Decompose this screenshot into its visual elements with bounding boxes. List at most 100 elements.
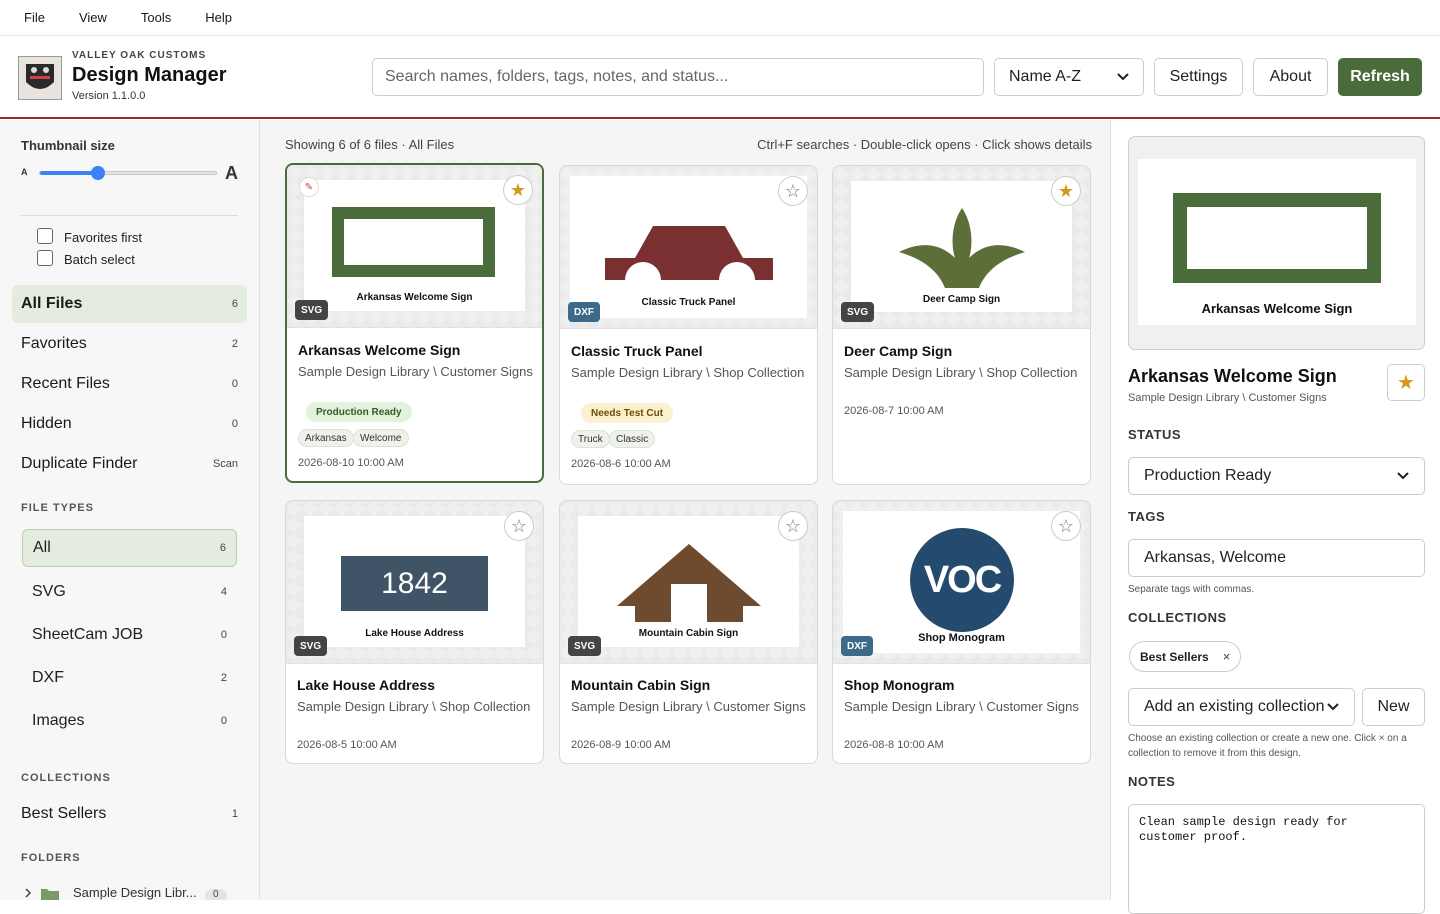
favorites-first-checkbox[interactable]	[37, 228, 53, 244]
tags-input-value: Arkansas, Welcome	[1144, 549, 1286, 566]
truck-panel-graphic	[605, 226, 773, 280]
sort-select-value: Name A-Z	[1009, 68, 1082, 85]
file-card[interactable]: Mountain Cabin Sign SVG ☆ Mountain Cabin…	[559, 500, 818, 764]
filetype-dxf[interactable]: DXF 2	[22, 659, 237, 697]
sign-frame-graphic	[332, 207, 495, 277]
thumbnail-large-icon: A	[225, 163, 238, 183]
status-badge: Needs Test Cut	[581, 403, 674, 423]
menu-tools[interactable]: Tools	[131, 10, 181, 25]
tags-hint: Separate tags with commas.	[1128, 584, 1255, 595]
collection-best-sellers[interactable]: Best Sellers 1	[12, 795, 247, 833]
detail-path: Sample Design Library \ Customer Signs	[1128, 392, 1327, 404]
divider	[21, 215, 238, 216]
collection-count: 1	[231, 808, 238, 820]
file-card[interactable]: Classic Truck Panel DXF ☆ Classic Truck …	[559, 165, 818, 485]
thumbnail-preview: Classic Truck Panel	[570, 176, 807, 318]
batch-select-label: Batch select	[64, 252, 135, 267]
filetype-all[interactable]: All 6	[22, 529, 237, 567]
refresh-button[interactable]: Refresh	[1338, 58, 1422, 96]
card-thumbnail: Classic Truck Panel DXF ☆	[560, 166, 817, 329]
star-icon[interactable]: ☆	[778, 511, 808, 541]
status-select[interactable]: Production Ready	[1128, 457, 1425, 495]
filetype-label: All	[33, 539, 51, 556]
folders-heading: FOLDERS	[21, 852, 81, 864]
collection-label: Best Sellers	[21, 805, 107, 822]
nav-duplicate-finder[interactable]: Duplicate Finder Scan	[12, 445, 247, 483]
sign-frame-graphic	[1173, 193, 1381, 283]
filetype-count: 0	[220, 629, 227, 641]
card-date: 2026-08-6 10:00 AM	[571, 458, 671, 470]
brand-name: VALLEY OAK CUSTOMS	[72, 50, 207, 61]
add-collection-select[interactable]: Add an existing collection	[1128, 688, 1355, 726]
filetype-label: Images	[32, 712, 85, 729]
file-type-badge: DXF	[841, 636, 873, 656]
chevron-right-icon[interactable]	[24, 888, 32, 898]
nav-count: 2	[231, 338, 238, 350]
collections-heading: COLLECTIONS	[21, 772, 111, 784]
nav-count: 0	[231, 378, 238, 390]
about-button[interactable]: About	[1253, 58, 1328, 96]
folder-item[interactable]: Sample Design Libr... 0	[22, 882, 247, 900]
filetype-sheetcam-job[interactable]: SheetCam JOB 0	[22, 616, 237, 654]
nav-label: Hidden	[21, 415, 72, 432]
star-icon[interactable]: ☆	[504, 511, 534, 541]
new-collection-button[interactable]: New	[1362, 688, 1425, 726]
card-title: Mountain Cabin Sign	[571, 677, 711, 693]
remove-icon[interactable]: ×	[1223, 649, 1231, 664]
nav-recent-files[interactable]: Recent Files 0	[12, 365, 247, 403]
file-type-badge: SVG	[295, 300, 329, 320]
file-card[interactable]: Arkansas Welcome Sign ✎ SVG ★ Arkansas W…	[285, 163, 544, 483]
card-date: 2026-08-10 10:00 AM	[298, 457, 404, 469]
menu-help[interactable]: Help	[195, 10, 242, 25]
file-type-badge: SVG	[568, 636, 602, 656]
tags-input[interactable]: Arkansas, Welcome	[1128, 539, 1425, 577]
card-title: Deer Camp Sign	[844, 343, 953, 359]
sort-select[interactable]: Name A-Z	[994, 58, 1144, 96]
menu-view[interactable]: View	[69, 10, 117, 25]
card-thumbnail: Deer Camp Sign SVG ★	[833, 166, 1090, 329]
card-title: Arkansas Welcome Sign	[298, 342, 461, 358]
shortcut-hints: Ctrl+F searches · Double-click opens · C…	[757, 137, 1092, 152]
scan-button[interactable]: Scan	[213, 458, 238, 470]
nav-label: Favorites	[21, 335, 87, 352]
settings-button[interactable]: Settings	[1154, 58, 1243, 96]
nav-all-files[interactable]: All Files 6	[12, 285, 247, 323]
status-select-value: Production Ready	[1144, 467, 1272, 484]
file-card[interactable]: Deer Camp Sign SVG ★ Deer Camp Sign Samp…	[832, 165, 1091, 485]
file-card[interactable]: 1842 Lake House Address SVG ☆ Lake House…	[285, 500, 544, 764]
details-panel: Arkansas Welcome Sign Arkansas Welcome S…	[1110, 120, 1440, 914]
thumbnail-preview: Arkansas Welcome Sign	[304, 180, 525, 311]
nav-count: 6	[231, 298, 238, 310]
star-icon[interactable]: ☆	[778, 176, 808, 206]
nav-favorites[interactable]: Favorites 2	[12, 325, 247, 363]
cabin-graphic	[617, 544, 761, 622]
thumbnail-label: Deer Camp Sign	[922, 294, 1001, 305]
detail-preview: Arkansas Welcome Sign	[1128, 136, 1425, 350]
star-icon[interactable]: ☆	[1051, 511, 1081, 541]
star-icon[interactable]: ★	[1387, 364, 1425, 401]
collection-chip-label: Best Sellers	[1140, 649, 1209, 664]
search-input[interactable]	[372, 58, 984, 96]
menu-file[interactable]: File	[14, 10, 55, 25]
menu-bar: File View Tools Help	[0, 0, 1440, 36]
thumbnail-label: Mountain Cabin Sign	[638, 628, 739, 639]
deer-camp-graphic	[899, 208, 1025, 288]
file-card[interactable]: VOC Shop Monogram DXF ☆ Shop Monogram Sa…	[832, 500, 1091, 764]
tag-chip: Truck	[571, 430, 610, 448]
notes-textarea[interactable]: Clean sample design ready for customer p…	[1128, 804, 1425, 914]
star-icon[interactable]: ★	[1051, 176, 1081, 206]
chevron-down-icon	[1327, 703, 1339, 711]
thumbnail-size-slider[interactable]	[39, 166, 217, 180]
filetype-label: DXF	[32, 669, 64, 686]
batch-select-checkbox[interactable]	[37, 250, 53, 266]
star-icon[interactable]: ★	[503, 175, 533, 205]
thumbnail-small-icon: A	[21, 167, 28, 177]
nav-label: Duplicate Finder	[21, 455, 138, 472]
filetype-svg[interactable]: SVG 4	[22, 573, 237, 611]
nav-hidden[interactable]: Hidden 0	[12, 405, 247, 443]
slider-handle[interactable]	[91, 166, 106, 180]
filetype-images[interactable]: Images 0	[22, 702, 237, 740]
notes-heading: NOTES	[1128, 774, 1176, 789]
edit-icon[interactable]: ✎	[299, 177, 319, 197]
detail-preview-label: Arkansas Welcome Sign	[1201, 301, 1353, 316]
